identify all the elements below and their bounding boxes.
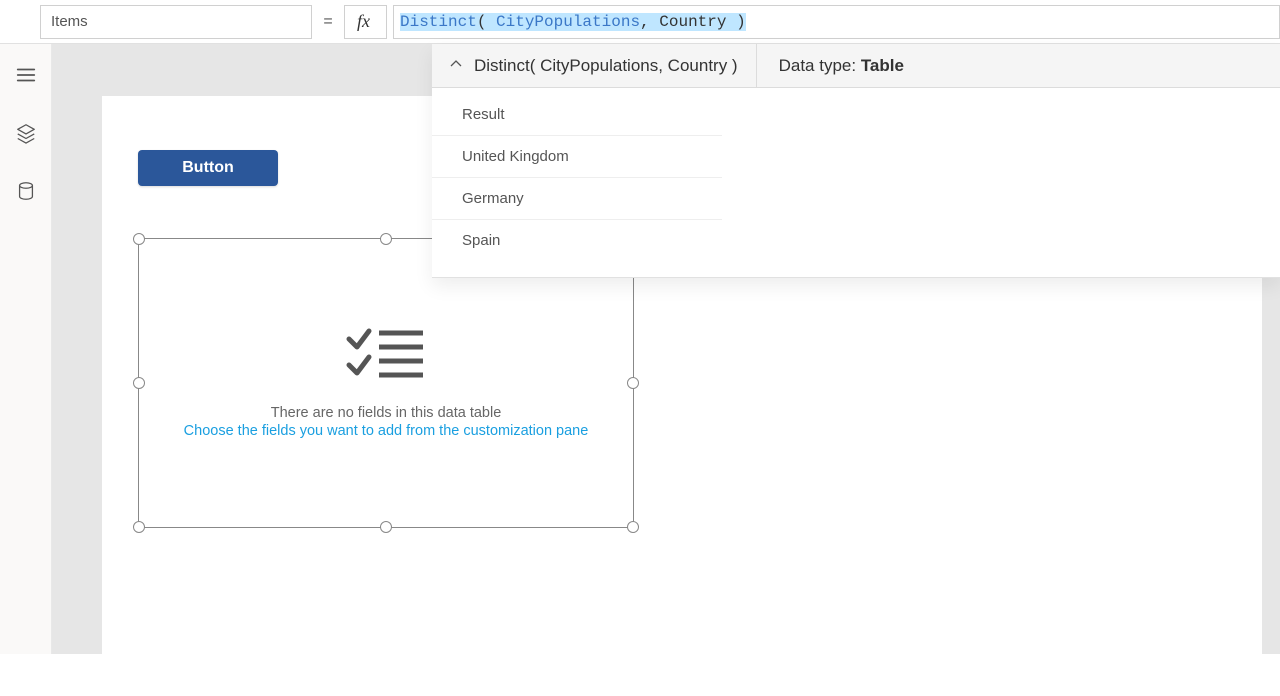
result-header: Distinct( CityPopulations, Country ) Dat… — [432, 44, 1280, 88]
checklist-icon — [345, 327, 427, 387]
layers-icon[interactable] — [15, 122, 37, 144]
button-control[interactable]: Button — [138, 150, 278, 186]
result-signature[interactable]: Distinct( CityPopulations, Country ) — [432, 44, 757, 87]
property-dropdown[interactable]: Items — [40, 5, 312, 39]
datatype-value: Table — [861, 56, 904, 75]
datatype-label: Data type: — [779, 56, 861, 75]
left-rail — [0, 44, 52, 654]
result-row[interactable]: Germany — [432, 178, 722, 220]
datatable-empty-link[interactable]: Choose the fields you want to add from t… — [184, 423, 589, 439]
hamburger-icon[interactable] — [15, 64, 37, 86]
fx-button[interactable]: fx — [344, 5, 387, 39]
formula-arg1: CityPopulations — [496, 13, 640, 31]
formula-result-panel: Distinct( CityPopulations, Country ) Dat… — [432, 44, 1280, 278]
formula-bar: Items = fx Distinct( CityPopulations, Co… — [0, 0, 1280, 44]
formula-comma: , — [640, 13, 650, 31]
formula-func: Distinct — [400, 13, 477, 31]
formula-input[interactable]: Distinct( CityPopulations, Country ) — [393, 5, 1280, 39]
datatable-empty-text1: There are no fields in this data table — [271, 405, 502, 421]
formula-close: ) — [736, 13, 746, 31]
formula-open: ( — [477, 13, 496, 31]
result-row[interactable]: United Kingdom — [432, 136, 722, 178]
result-datatype: Data type: Table — [757, 56, 926, 76]
result-list: Result United Kingdom Germany Spain — [432, 88, 1280, 277]
datatable-empty-state: There are no fields in this data table C… — [139, 239, 633, 527]
datatable-control[interactable]: There are no fields in this data table C… — [138, 238, 634, 528]
property-label: Items — [51, 13, 88, 30]
signature-text: Distinct( CityPopulations, Country ) — [474, 56, 738, 76]
button-label: Button — [182, 159, 234, 177]
result-column-header[interactable]: Result — [432, 94, 722, 136]
equals-label: = — [312, 13, 344, 31]
formula-arg2: Country — [650, 13, 736, 31]
data-icon[interactable] — [15, 180, 37, 202]
fx-icon: fx — [357, 11, 370, 32]
result-row[interactable]: Spain — [432, 220, 722, 261]
chevron-up-icon — [450, 58, 462, 73]
